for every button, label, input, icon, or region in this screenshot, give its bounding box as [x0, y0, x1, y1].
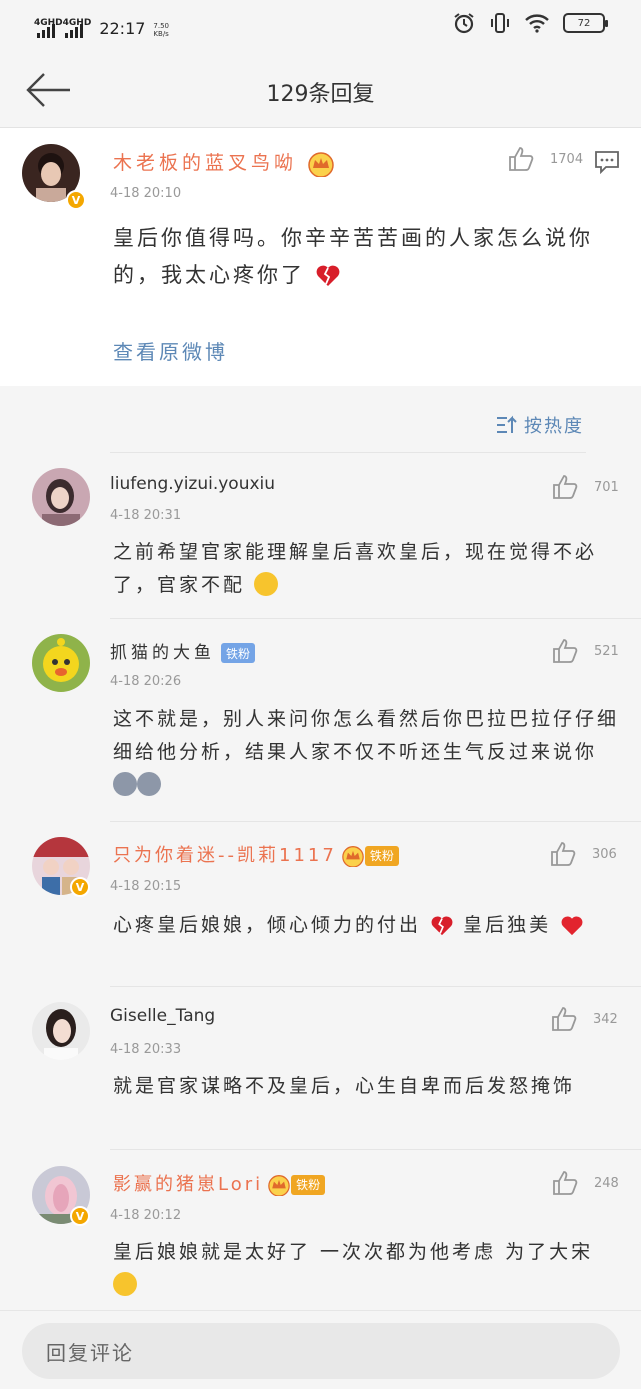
nav-bar: 129条回复 — [0, 52, 641, 128]
comment-time: 4-18 20:26 — [110, 674, 182, 689]
verified-badge-icon: V — [66, 190, 86, 210]
flushed-face-icon — [113, 1271, 137, 1296]
network-speed: 7.50 KB/s — [153, 22, 169, 38]
comment-text-content: 皇后娘娘就是太好了 一次次都为他考虑 为了大宋 — [113, 1241, 594, 1263]
thumbs-up-icon — [553, 1171, 578, 1195]
alarm-icon — [454, 13, 474, 34]
avatar[interactable] — [32, 634, 90, 692]
thumbs-up-icon — [509, 147, 534, 171]
username-text: 影赢的猪崽Lori — [113, 1174, 264, 1195]
status-right: 72 — [453, 12, 608, 34]
username[interactable]: Giselle_Tang — [110, 1006, 215, 1026]
reply-bar: 回复评论 — [0, 1310, 641, 1389]
username-text: 木老板的蓝叉鸟呦 — [113, 152, 298, 174]
divider — [110, 986, 641, 987]
verified-badge-icon: V — [70, 1206, 90, 1226]
verified-badge-icon: V — [70, 877, 90, 897]
status-time: 22:17 — [99, 19, 146, 38]
like-button[interactable]: 1704 — [508, 146, 583, 172]
like-count: 248 — [594, 1175, 619, 1191]
username-text: 只为你着迷--凯莉1117 — [113, 845, 337, 866]
red-heart-icon — [561, 915, 583, 935]
fan-badge: 铁粉 — [221, 643, 256, 663]
comment-time: 4-18 20:31 — [110, 508, 182, 523]
fan-badge: 铁粉 — [364, 845, 399, 866]
sort-icon — [497, 415, 517, 433]
comment-text-content: 这不就是，别人来问你怎么看然后你巴拉巴拉仔仔细细给他分析，结果人家不仅不听还生气… — [113, 708, 620, 763]
username[interactable]: 抓猫的大鱼 铁粉 — [110, 638, 256, 663]
status-bar: 4GHD 4GHD 22:17 7.50 KB/s 72 — [0, 0, 641, 52]
like-button[interactable]: 306 — [550, 841, 617, 867]
thumbs-up-icon — [551, 842, 576, 866]
like-button[interactable]: 521 — [552, 638, 619, 664]
sort-label: 按热度 — [524, 416, 584, 437]
signal-1-label: 4GHD — [34, 18, 63, 28]
username[interactable]: 影赢的猪崽Lori 铁粉 — [113, 1170, 326, 1196]
fan-badge: 铁粉 — [291, 1174, 326, 1195]
main-comment: V 木老板的蓝叉鸟呦 4-18 20:10 1704 皇后你值得吗。你辛辛苦苦画… — [0, 128, 641, 386]
broken-heart-icon — [431, 915, 453, 935]
comment-time: 4-18 20:10 — [110, 186, 182, 201]
avatar[interactable] — [32, 468, 90, 526]
username[interactable]: 只为你着迷--凯莉1117 铁粉 — [113, 841, 399, 867]
signal-2-label: 4GHD — [62, 18, 92, 28]
username-text: 抓猫的大鱼 — [110, 643, 215, 663]
broken-heart-icon — [316, 265, 340, 286]
reply-input[interactable]: 回复评论 — [22, 1323, 620, 1379]
comment-time: 4-18 20:33 — [110, 1042, 182, 1057]
comment-time: 4-18 20:12 — [110, 1208, 182, 1223]
like-button[interactable]: 248 — [552, 1170, 619, 1196]
view-original-link[interactable]: 查看原微博 — [113, 336, 228, 365]
comment-text: 皇后你值得吗。你辛辛苦苦画的人家怎么说你的，我太心疼你了 — [113, 220, 603, 294]
like-count: 342 — [593, 1011, 618, 1027]
signal-2: 4GHD — [63, 12, 91, 38]
network-speed-unit: KB/s — [153, 30, 169, 38]
like-count: 521 — [594, 643, 619, 659]
divider — [110, 1149, 641, 1150]
vip-crown-icon — [342, 845, 364, 867]
battery-icon: 72 — [563, 13, 608, 33]
page-title: 129条回复 — [266, 82, 375, 107]
husky-face-icon — [137, 771, 161, 796]
divider — [110, 618, 641, 619]
comment-text-content: 心疼皇后娘娘，倾心倾力的付出 — [113, 914, 422, 936]
husky-face-icon — [113, 771, 137, 796]
comment-text-content: 皇后你值得吗。你辛辛苦苦画的人家怎么说你的，我太心疼你了 — [113, 226, 593, 287]
thumbs-up-icon — [552, 1007, 577, 1031]
divider — [110, 821, 641, 822]
thumbs-up-icon — [553, 639, 578, 663]
comment-text-content: 之前希望官家能理解皇后喜欢皇后，现在觉得不必了，官家不配 — [113, 541, 598, 596]
like-button[interactable]: 342 — [551, 1006, 618, 1032]
username[interactable]: liufeng.yizui.youxiu — [110, 474, 275, 494]
network-speed-value: 7.50 — [153, 22, 170, 30]
wifi-icon — [525, 14, 549, 33]
comment-time: 4-18 20:15 — [110, 879, 182, 894]
comment-icon[interactable] — [594, 150, 620, 174]
comment-text: 皇后娘娘就是太好了 一次次都为他考虑 为了大宋 — [113, 1236, 623, 1302]
divider — [110, 452, 586, 453]
comment-text: 这不就是，别人来问你怎么看然后你巴拉巴拉仔仔细细给他分析，结果人家不仅不听还生气… — [113, 703, 623, 802]
comment-text: 就是官家谋略不及皇后，心生自卑而后发怒掩饰 — [113, 1070, 623, 1103]
vip-crown-icon — [308, 151, 334, 177]
like-button[interactable]: 701 — [552, 474, 619, 500]
avatar[interactable] — [32, 1002, 90, 1060]
sort-by-hot-button[interactable]: 按热度 — [496, 412, 584, 438]
signal-1: 4GHD — [34, 12, 63, 38]
vibrate-icon — [491, 13, 509, 33]
username[interactable]: 木老板的蓝叉鸟呦 — [113, 148, 335, 177]
like-count: 306 — [592, 846, 617, 862]
comment-text-content: 就是官家谋略不及皇后，心生自卑而后发怒掩饰 — [113, 1075, 576, 1097]
battery-level: 72 — [577, 17, 591, 29]
like-count: 1704 — [550, 151, 584, 167]
thumbs-up-icon — [553, 475, 578, 499]
comment-text: 之前希望官家能理解皇后喜欢皇后，现在觉得不必了，官家不配 — [113, 536, 623, 602]
thinking-face-icon — [254, 571, 279, 596]
like-count: 701 — [594, 479, 619, 495]
vip-crown-icon — [268, 1174, 290, 1196]
status-left: 4GHD 4GHD 22:17 7.50 KB/s — [34, 12, 169, 38]
comment-text: 心疼皇后娘娘，倾心倾力的付出 皇后独美 — [113, 909, 623, 942]
comment-text-end: 皇后独美 — [463, 914, 552, 936]
